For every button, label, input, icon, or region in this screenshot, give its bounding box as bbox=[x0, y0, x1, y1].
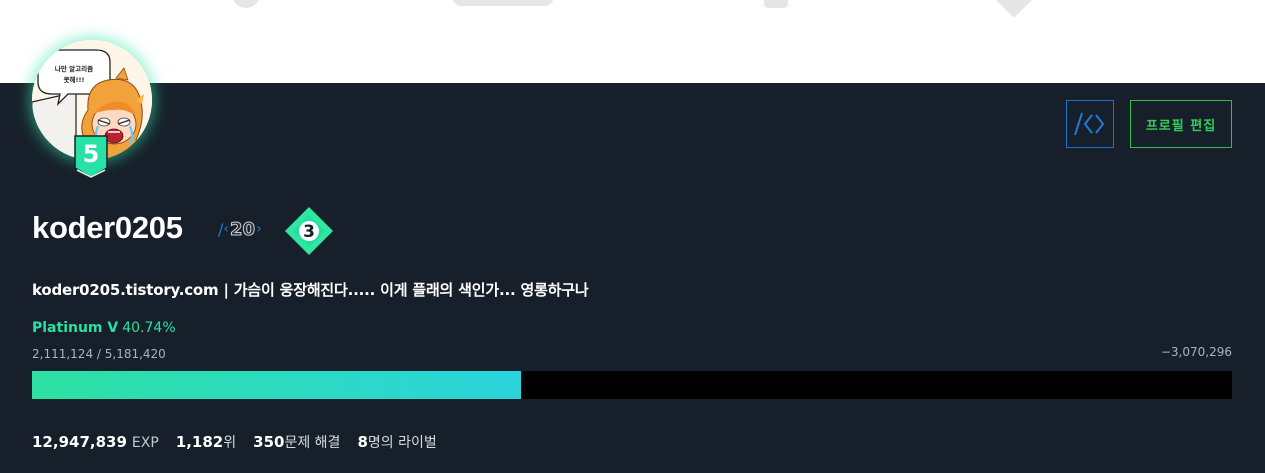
profile-bio: koder0205.tistory.com | 가슴이 웅장해진다..... 이… bbox=[32, 281, 589, 299]
exp-label: EXP bbox=[131, 435, 159, 451]
stat-exp: 12,947,839 EXP bbox=[32, 433, 159, 451]
rivals-label: 명의 라이벌 bbox=[367, 435, 437, 451]
rating-diff: −3,070,296 bbox=[1160, 345, 1232, 359]
ac-rating-value: 20 bbox=[229, 218, 256, 240]
rank-value: 1,182 bbox=[175, 433, 224, 451]
class-badge[interactable]: 3 bbox=[284, 206, 334, 256]
background-shape bbox=[994, 0, 1034, 18]
code-brackets-icon bbox=[1074, 112, 1105, 136]
avatar-container: 나만 알고리즘 못해!!! 5 bbox=[32, 40, 152, 178]
background-shape bbox=[764, 0, 788, 8]
solved-value: 350 bbox=[253, 433, 285, 451]
stat-rivals[interactable]: 8명의 라이벌 bbox=[357, 432, 436, 452]
tier-badge-icon: 5 bbox=[74, 135, 108, 179]
rating-range: 2,111,124 / 5,181,420 bbox=[32, 347, 166, 361]
avatar-caption: 나만 알고리즘 bbox=[55, 64, 93, 73]
ac-left-chevron-icon: ‹ bbox=[223, 221, 229, 237]
tier-progress-bar bbox=[32, 371, 1232, 399]
tier-name: Platinum V bbox=[32, 320, 119, 336]
ac-rating-badge[interactable]: / ‹ 20 › bbox=[218, 218, 262, 240]
stat-solved[interactable]: 350문제 해결 bbox=[253, 432, 340, 452]
tier-progress-fill bbox=[32, 371, 521, 399]
background-shape bbox=[452, 0, 554, 6]
top-background bbox=[0, 0, 1265, 83]
solved-label: 문제 해결 bbox=[284, 435, 341, 451]
exp-value: 12,947,839 bbox=[32, 433, 127, 451]
rivals-value: 8 bbox=[357, 433, 368, 451]
svg-text:못해!!!: 못해!!! bbox=[64, 75, 85, 84]
tier-level: 5 bbox=[83, 140, 100, 168]
background-shape bbox=[232, 0, 260, 8]
stat-rank[interactable]: 1,182위 bbox=[176, 432, 236, 452]
rank-label: 위 bbox=[223, 435, 237, 451]
code-view-button[interactable] bbox=[1066, 100, 1114, 148]
tier-percent: 40.74% bbox=[122, 320, 176, 336]
stats-row: 12,947,839 EXP 1,182위 350문제 해결 8명의 라이벌 bbox=[32, 432, 454, 452]
username: koder0205 bbox=[32, 210, 183, 245]
edit-profile-button[interactable]: 프로필 편집 bbox=[1130, 100, 1232, 148]
class-value: 3 bbox=[303, 222, 315, 242]
tier-info: Platinum V 40.74% bbox=[32, 320, 176, 336]
ac-right-chevron-icon: › bbox=[256, 221, 262, 237]
